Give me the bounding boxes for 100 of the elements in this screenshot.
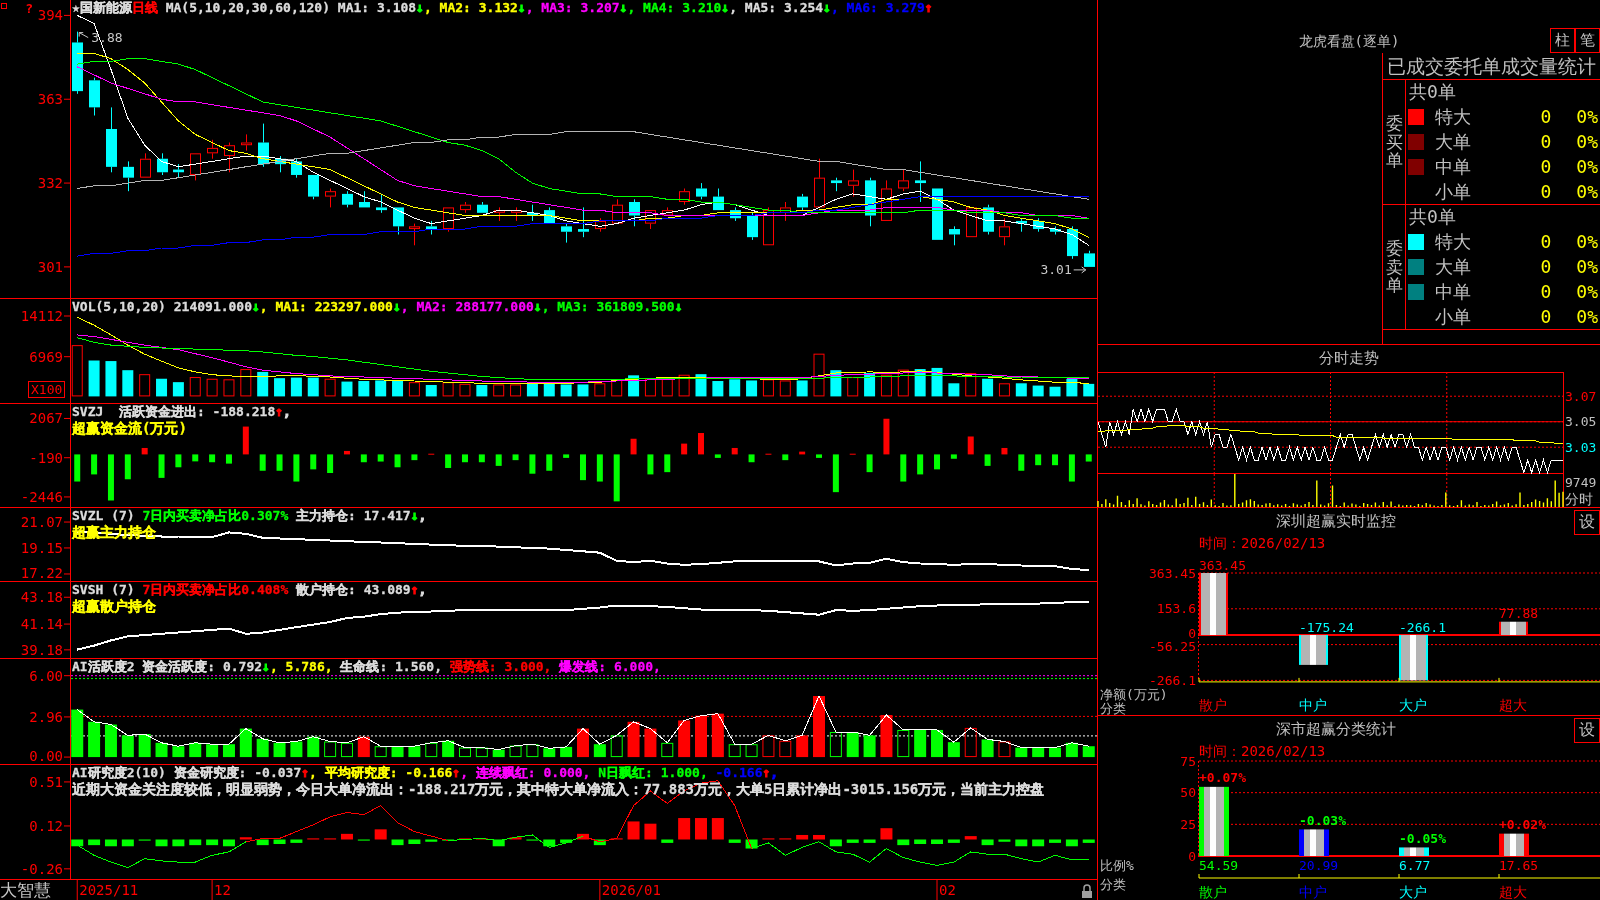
legend-text: ↓ [721, 0, 730, 15]
axis-label: 6.00 [29, 667, 63, 684]
axis-label: -266.1 [1149, 672, 1196, 688]
percent-value: 0% [1576, 131, 1598, 152]
legend-text: 超赢散户持仓 [72, 598, 156, 614]
change-label: -0.05% [1399, 830, 1446, 846]
value-label: -175.24 [1299, 619, 1354, 635]
axis-label: 2067 [29, 410, 63, 427]
legend-text: AI活跃度2 资金活跃度: 0.792 [72, 659, 263, 674]
axis-label: 43.18 [20, 589, 63, 606]
category-label: 散户 [1199, 884, 1227, 900]
legend-text: SVZJ 活跃资金进出: -188.218 [72, 404, 276, 419]
legend-text: ↓ [619, 0, 628, 15]
value-label: 6.77 [1399, 857, 1431, 873]
axis-label: 75 [1180, 753, 1196, 769]
axis-label: 41.14 [20, 616, 63, 633]
change-label: +0.02% [1499, 817, 1546, 833]
legend-text: 7日内买卖净占比0.408% [142, 582, 289, 597]
legend-text: , MA2: 288177.000 [400, 299, 534, 314]
axis-label: 25 [1180, 816, 1196, 832]
count-value: 0 [1540, 256, 1552, 277]
legend-text: ↓ [674, 299, 683, 314]
axis-label: -190 [29, 449, 63, 466]
price-annotation: 3.01 [1040, 262, 1072, 278]
change-label: +0.07% [1199, 770, 1246, 786]
legend-text: ★国新能源 [72, 0, 132, 15]
count-value: 0 [1540, 231, 1552, 252]
group-label: 委卖单 [1385, 238, 1403, 296]
value-label: 54.59 [1199, 857, 1239, 873]
unit-badge: X100 [28, 381, 66, 398]
legend-text: ↑ [924, 0, 933, 15]
axis-label: -0.26 [20, 860, 63, 877]
count-value: 0 [1540, 131, 1552, 152]
legend-text: MA(5,10,20,30,60,120) MA1: 3.108 [164, 0, 417, 15]
row-label: 小单 [1435, 304, 1471, 329]
axis-label: 363 [37, 91, 63, 108]
legend-text: , MA3: 361809.500 [541, 299, 675, 314]
group-label: 委买单 [1385, 113, 1403, 171]
axis-label: 6969 [29, 348, 63, 365]
value-label: 77.88 [1499, 606, 1539, 622]
date-label: 02 [939, 882, 956, 898]
legend-text: , 5.786, [269, 659, 334, 674]
axis-label: 332 [37, 175, 63, 192]
category-label: 散户 [1199, 697, 1227, 713]
table-title: 已成交委托单成交量统计 [1383, 53, 1600, 80]
category-label: 中户 [1299, 884, 1327, 900]
value-label: -266.1 [1399, 619, 1446, 635]
axis-label: -56.25 [1149, 638, 1196, 654]
legend-text: ↓ [517, 0, 526, 15]
panel-title: 龙虎看盘(逐单) [1298, 32, 1400, 50]
total-label: 共0单 [1409, 205, 1456, 229]
legend-text: AI研究度2(10) 资金研究度: -0.037 [72, 765, 302, 780]
brand-label: 大智慧 [0, 880, 52, 900]
value-label: 363.45 [1199, 557, 1246, 573]
row-label: 特大 [1435, 229, 1471, 254]
legend-text: , 连续飘红: 0.000, [460, 765, 592, 780]
category-label: 大户 [1399, 697, 1427, 713]
legend-text: , [283, 404, 291, 419]
legend-text: , [418, 582, 427, 597]
legend-text: 强势线: 3.000, [449, 659, 553, 674]
axis-label: 0.00 [29, 748, 63, 764]
axis-label: 301 [37, 258, 63, 275]
count-value: 0 [1540, 306, 1552, 327]
panel-title: 深市超赢分类统计 [1276, 719, 1396, 740]
axis-label: 0.12 [29, 817, 63, 834]
axis-label: 14112 [20, 308, 63, 324]
row-label: 大单 [1435, 129, 1471, 154]
category-label: 大户 [1399, 884, 1427, 900]
axis-label: 0 [1188, 625, 1196, 641]
percent-value: 0% [1576, 306, 1598, 327]
count-value: 0 [1540, 281, 1552, 302]
axis-label: -2446 [20, 488, 63, 505]
legend-text: , MA6: 3.279 [830, 0, 925, 15]
legend-text: ↑ [452, 765, 461, 780]
legend-text: , MA5: 3.254 [729, 0, 824, 15]
category-label: 中户 [1299, 697, 1327, 713]
legend-text: 爆发线: 6.000, [559, 659, 661, 674]
legend-text: ↓ [392, 299, 401, 314]
count-value: 0 [1540, 181, 1552, 202]
scale-label: 9749 [1565, 474, 1597, 490]
legend-text: ↓ [252, 299, 260, 314]
axis-label: 153.6 [1156, 601, 1196, 617]
legend-text: ↓ [410, 508, 419, 523]
axis-label: 363.45 [1149, 565, 1196, 581]
change-label: -0.03% [1299, 812, 1346, 828]
legend-text: N日飘红: 1.000, [598, 765, 709, 780]
axis-label: 0 [1188, 848, 1196, 864]
axis-title: 净额(万元) [1100, 686, 1168, 702]
percent-value: 0% [1576, 156, 1598, 177]
axis-label: 394 [37, 7, 63, 24]
legend-text: , MA4: 3.210 [627, 0, 722, 15]
legend-text: ↓ [533, 299, 542, 314]
axis-title: 分类 [1100, 876, 1126, 892]
time-label: 时间：2026/02/13 [1199, 743, 1326, 760]
row-label: 小单 [1435, 179, 1471, 204]
legend-text: 主力持仓: 17.417 [295, 508, 411, 523]
axis-label: 2.96 [29, 708, 63, 725]
legend-text: 日线 [131, 0, 158, 15]
legend-text: ↓ [416, 0, 424, 15]
legend-text: ↑ [275, 404, 284, 419]
